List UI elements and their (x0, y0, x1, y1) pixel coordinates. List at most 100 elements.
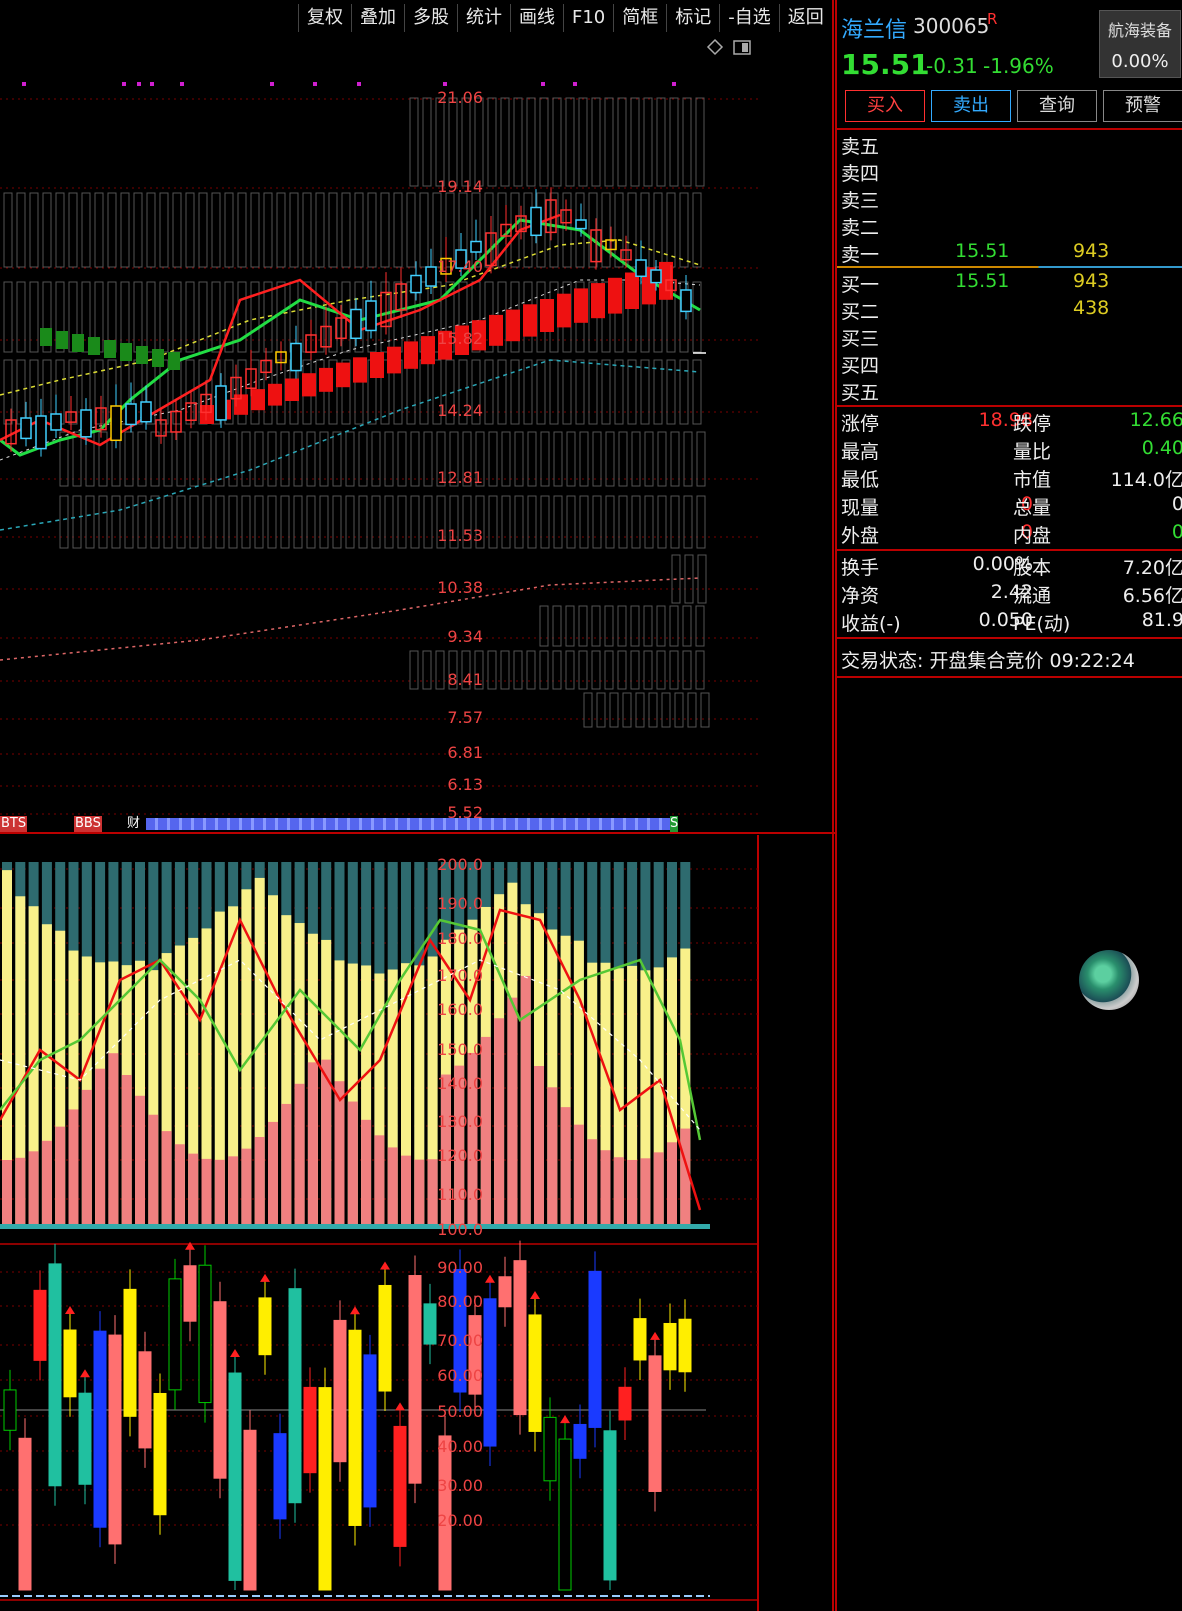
chip-bar (656, 97, 666, 187)
cloud-bar (72, 334, 84, 352)
stat-label: 净资 (841, 585, 880, 607)
chip-bar (592, 495, 602, 549)
cloud-bar (370, 352, 384, 378)
candle-body (470, 240, 482, 253)
market-cap-value: 114.0亿 (1110, 469, 1182, 491)
up-arrow-icon (560, 1415, 570, 1424)
up-arrow-icon (650, 1331, 660, 1340)
chip-bar (501, 495, 511, 549)
toolbar-statistics[interactable]: 统计 (457, 4, 510, 32)
chip-bar (591, 650, 601, 690)
floating-assistant-icon[interactable] (1079, 950, 1139, 1010)
inner-volume-value: 0 (1171, 521, 1182, 543)
chip-bar (107, 192, 117, 268)
ind2-body (273, 1433, 287, 1520)
toolbar-draw-line[interactable]: 画线 (510, 4, 563, 32)
divider (837, 549, 1182, 551)
price-change-pct: -1.96% (983, 54, 1054, 78)
toolbar-f10[interactable]: F10 (563, 4, 613, 32)
chip-bar (254, 495, 264, 549)
bid-label: 买三 (841, 328, 880, 350)
chip-bar (488, 431, 498, 487)
ind2-body (288, 1288, 302, 1504)
toolbar-simple-frame[interactable]: 简框 (613, 4, 666, 32)
chip-bar (42, 359, 52, 425)
chip-bar (540, 495, 550, 549)
ind2-body (483, 1298, 497, 1447)
chip-bar (618, 495, 628, 549)
chip-bar (211, 281, 221, 353)
chip-bar (552, 650, 562, 690)
chip-bar (198, 281, 208, 353)
diamond-icon[interactable] (706, 38, 724, 56)
toolbar-fuquan[interactable]: 复权 (298, 4, 351, 32)
chip-bar (276, 192, 286, 268)
chip-bar (488, 495, 498, 549)
sell-button[interactable]: 卖出 (931, 90, 1011, 122)
ind1-bar-pink (600, 1150, 611, 1226)
toolbar-overlay[interactable]: 叠加 (351, 4, 404, 32)
chip-bar (500, 650, 510, 690)
chart-area[interactable]: 复权 叠加 多股 统计 画线 F10 简框 标记 -自选 返回 21.06 19… (0, 0, 835, 1611)
chip-bar (409, 97, 419, 187)
chip-bar (371, 431, 381, 487)
chip-bar (630, 605, 640, 647)
price-tick: 14.24 (437, 401, 483, 420)
ind1-bar-pink (55, 1126, 66, 1226)
ind2-body (93, 1330, 107, 1528)
sector-name: 航海装备 (1107, 21, 1172, 40)
chip-bar (393, 192, 403, 268)
sector-box[interactable]: 航海装备 0.00% (1099, 10, 1181, 78)
chip-bar (250, 281, 260, 353)
chip-bar (630, 650, 640, 690)
ind2-tick: 90.00 (437, 1258, 483, 1277)
bid-price: 15.51 (955, 270, 1010, 292)
ind2-body (3, 1389, 17, 1431)
chip-bar (510, 359, 520, 425)
signal-t-bar (146, 818, 670, 830)
chip-bar (315, 281, 325, 353)
toolbar-mark[interactable]: 标记 (666, 4, 719, 32)
chip-bar (591, 97, 601, 187)
chip-bar (198, 192, 208, 268)
buy-button[interactable]: 买入 (845, 90, 925, 122)
chip-bar (644, 495, 654, 549)
ind1-tick: 170.0 (437, 966, 483, 985)
chip-bar (539, 650, 549, 690)
query-button[interactable]: 查询 (1017, 90, 1097, 122)
chip-bar (583, 692, 593, 728)
ind1-tick: 130.0 (437, 1112, 483, 1131)
chip-bar (202, 431, 212, 487)
book-divider (837, 266, 1182, 268)
ind1-bar-pink (2, 1160, 12, 1226)
alert-button[interactable]: 预警 (1103, 90, 1182, 122)
chip-bar (656, 605, 666, 647)
chip-bar (163, 495, 173, 549)
chip-bar (514, 431, 524, 487)
chip-bar (487, 650, 497, 690)
toolbar-multi-stock[interactable]: 多股 (404, 4, 457, 32)
chip-bar (605, 431, 615, 487)
chip-bar (137, 431, 147, 487)
chip-bar (669, 97, 679, 187)
pe-value: 81.9 (1141, 609, 1182, 631)
chip-bar (332, 495, 342, 549)
ask-label: 卖五 (841, 136, 880, 158)
chip-bar (367, 192, 377, 268)
chip-bar (29, 192, 39, 268)
price-tick: 9.34 (447, 627, 483, 646)
price-tick: 15.82 (437, 329, 483, 348)
chip-bar (618, 431, 628, 487)
chip-bar (124, 431, 134, 487)
ind1-bar-pink (15, 1157, 26, 1226)
ind1-bar-pink (573, 1124, 584, 1226)
chip-bar (604, 97, 614, 187)
ask-label: 卖二 (841, 217, 880, 239)
chip-bar (657, 431, 667, 487)
candle-body (140, 401, 152, 423)
toolbar-back[interactable]: 返回 (778, 4, 832, 32)
chip-bar (241, 495, 251, 549)
chip-bar (228, 431, 238, 487)
chip-bar (682, 650, 692, 690)
toolbar-watchlist[interactable]: -自选 (719, 4, 779, 32)
